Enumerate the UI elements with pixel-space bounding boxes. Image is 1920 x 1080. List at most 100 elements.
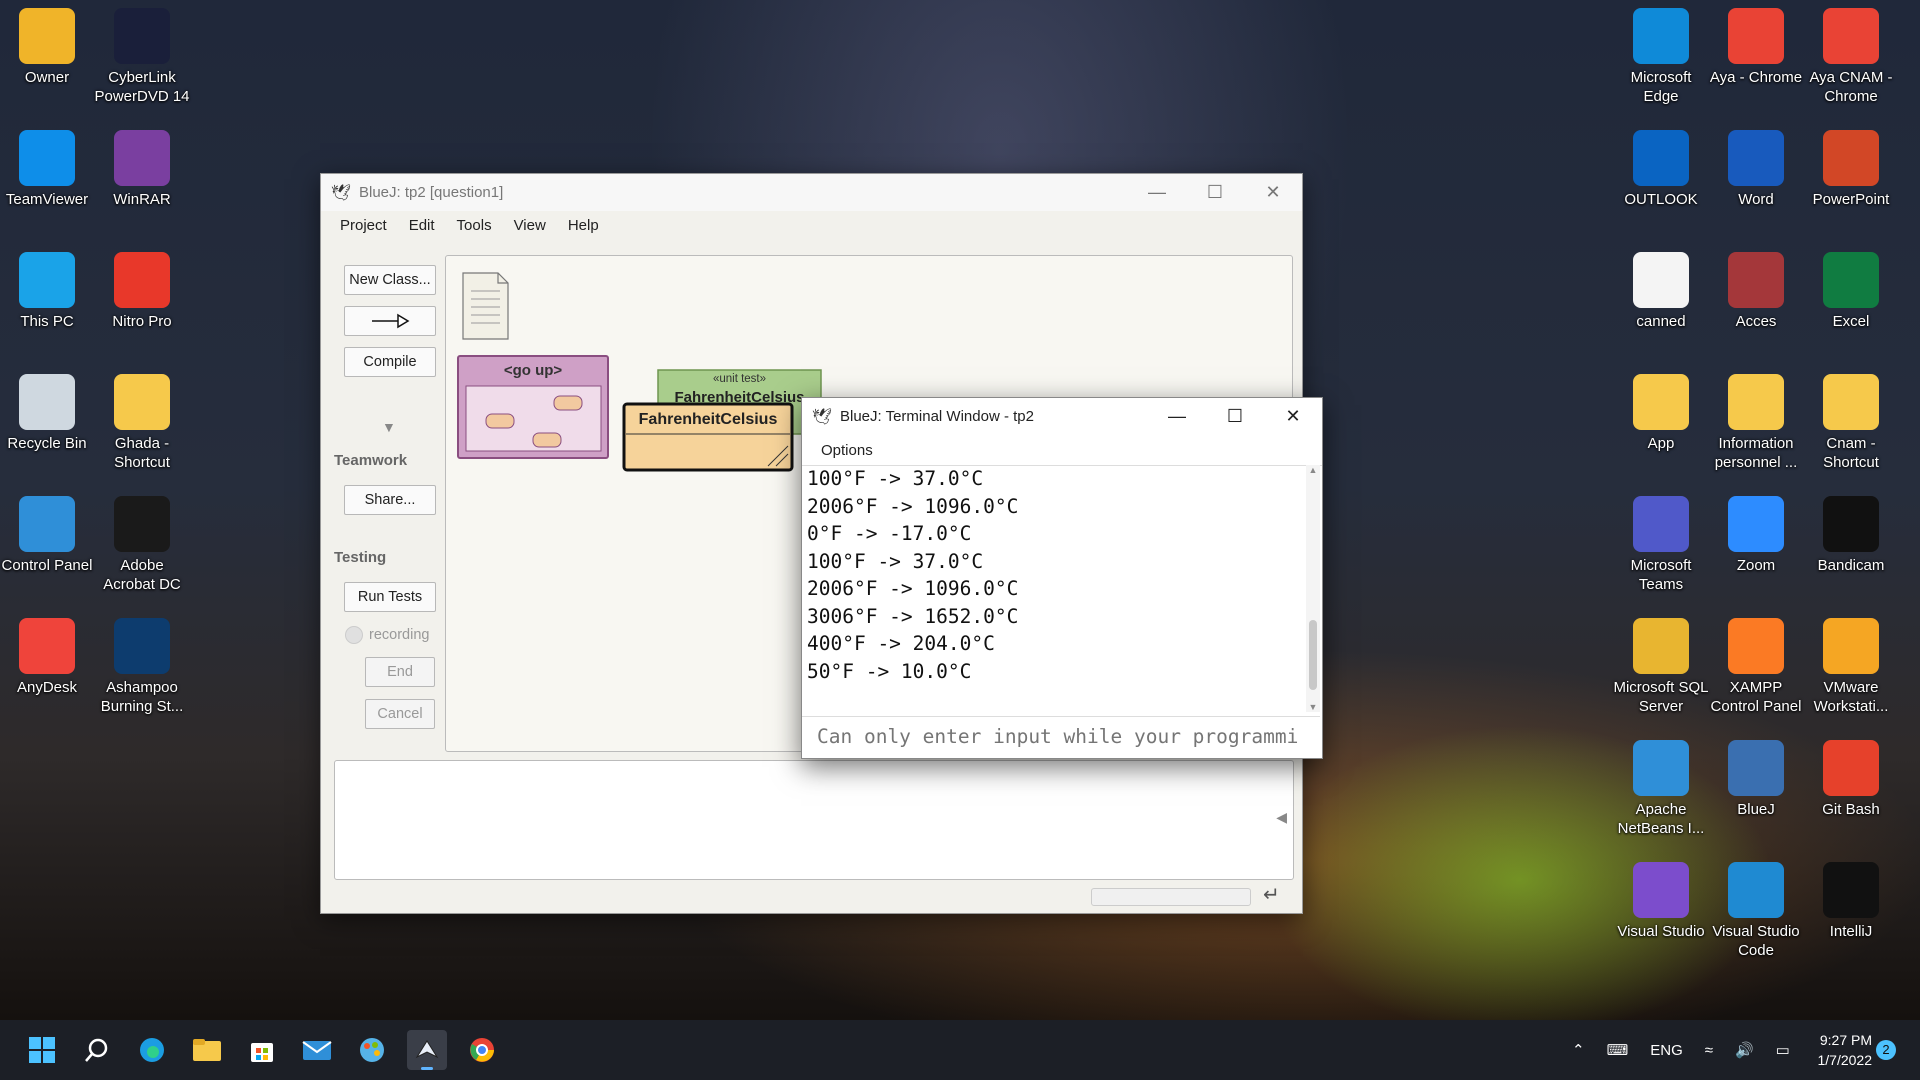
desktop-icon-label: PowerPoint <box>1812 191 1890 208</box>
desktop-icon[interactable]: App <box>1613 366 1709 453</box>
minimize-icon[interactable]: — <box>1128 174 1186 211</box>
scrollbar-thumb[interactable] <box>1309 620 1317 690</box>
bluej-icon <box>1728 740 1784 796</box>
desktop-icon[interactable]: XAMPP Control Panel <box>1708 610 1804 716</box>
desktop-icon[interactable]: OUTLOOK <box>1613 122 1709 209</box>
run-tests-button[interactable]: Run Tests <box>344 582 436 612</box>
chevron-up-icon[interactable]: ⌃ <box>1572 1041 1585 1059</box>
bluej-titlebar[interactable]: 🕊 BlueJ: tp2 [question1] — ☐ ✕ <box>321 174 1302 211</box>
desktop-icon[interactable]: Microsoft Edge <box>1613 0 1709 106</box>
desktop-icon[interactable]: canned <box>1613 244 1709 331</box>
menu-project[interactable]: Project <box>321 217 398 234</box>
desktop-icon[interactable]: Excel <box>1803 244 1899 331</box>
bluej-taskbar-icon[interactable] <box>407 1030 447 1070</box>
recycle-bin-icon <box>19 374 75 430</box>
menu-help[interactable]: Help <box>557 217 610 234</box>
end-button[interactable]: End <box>365 657 435 687</box>
close-icon[interactable]: ✕ <box>1264 398 1322 435</box>
object-bench[interactable]: ◀ <box>334 760 1294 880</box>
desktop-icon[interactable]: AnyDesk <box>0 610 95 697</box>
menu-options[interactable]: Options <box>821 442 873 459</box>
volume-icon[interactable]: 🔊 <box>1735 1041 1754 1059</box>
unit-test-name: FahrenheitCelsius <box>674 389 805 403</box>
desktop-icon[interactable]: Control Panel <box>0 488 95 575</box>
readme-document-icon[interactable] <box>462 272 509 340</box>
minimize-icon[interactable]: — <box>1148 398 1206 435</box>
terminal-titlebar[interactable]: 🕊 BlueJ: Terminal Window - tp2 — ☐ ✕ <box>802 398 1322 435</box>
maximize-icon[interactable]: ☐ <box>1186 174 1244 211</box>
share-button[interactable]: Share... <box>344 485 436 515</box>
desktop-icon[interactable]: Git Bash <box>1803 732 1899 819</box>
powerdvd-icon <box>114 8 170 64</box>
search-icon[interactable] <box>77 1030 117 1070</box>
desktop-icon[interactable]: Information personnel ... <box>1708 366 1804 472</box>
desktop-icon[interactable]: Aya CNAM - Chrome <box>1803 0 1899 106</box>
wifi-icon[interactable]: ≈ <box>1705 1042 1713 1059</box>
edge-icon[interactable] <box>132 1030 172 1070</box>
desktop-icon-label: WinRAR <box>113 191 171 208</box>
desktop-icon[interactable]: BlueJ <box>1708 732 1804 819</box>
excel-icon <box>1823 252 1879 308</box>
desktop-icon[interactable]: Recycle Bin <box>0 366 95 453</box>
start-icon[interactable] <box>22 1030 62 1070</box>
file-explorer-icon[interactable] <box>187 1030 227 1070</box>
desktop-icon-label: Excel <box>1832 313 1870 330</box>
maximize-icon[interactable]: ☐ <box>1206 398 1264 435</box>
menu-view[interactable]: View <box>503 217 557 234</box>
progress-bar <box>1091 888 1251 906</box>
desktop-icon[interactable]: Owner <box>0 0 95 87</box>
keyboard-icon[interactable]: ⌨ <box>1607 1041 1629 1059</box>
terminal-input-field[interactable] <box>802 716 1320 756</box>
desktop-icon[interactable]: Zoom <box>1708 488 1804 575</box>
testing-header: Testing <box>334 549 387 566</box>
reset-machine-icon[interactable]: ↵ <box>1263 882 1280 907</box>
outlook-icon <box>1633 130 1689 186</box>
desktop-icon[interactable]: WinRAR <box>94 122 190 209</box>
store-icon[interactable] <box>242 1030 282 1070</box>
menu-tools[interactable]: Tools <box>446 217 503 234</box>
desktop-icon[interactable]: Visual Studio <box>1613 854 1709 941</box>
desktop-icon-label: CyberLink PowerDVD 14 <box>94 69 190 105</box>
new-inheritance-arrow-button[interactable] <box>344 306 436 336</box>
terminal-scrollbar[interactable]: ▲ ▼ <box>1306 465 1320 712</box>
desktop-icon[interactable]: Bandicam <box>1803 488 1899 575</box>
close-icon[interactable]: ✕ <box>1244 174 1302 211</box>
desktop-icon[interactable]: Aya - Chrome <box>1708 0 1804 87</box>
scroll-up-icon[interactable]: ▲ <box>1306 465 1320 475</box>
battery-icon[interactable]: ▭ <box>1776 1041 1790 1059</box>
notification-badge[interactable]: 2 <box>1876 1040 1896 1060</box>
desktop-icon[interactable]: PowerPoint <box>1803 122 1899 209</box>
desktop-icon[interactable]: Ghada - Shortcut <box>94 366 190 472</box>
menu-edit[interactable]: Edit <box>398 217 446 234</box>
language-indicator[interactable]: ENG <box>1650 1042 1683 1059</box>
desktop-icon[interactable]: IntelliJ <box>1803 854 1899 941</box>
desktop-icon[interactable]: Nitro Pro <box>94 244 190 331</box>
new-class-button[interactable]: New Class... <box>344 265 436 295</box>
desktop-icon[interactable]: Ashampoo Burning St... <box>94 610 190 716</box>
desktop-icon[interactable]: Cnam - Shortcut <box>1803 366 1899 472</box>
compile-button[interactable]: Compile <box>344 347 436 377</box>
desktop-icon[interactable]: VMware Workstati... <box>1803 610 1899 716</box>
paint-icon[interactable] <box>352 1030 392 1070</box>
control-panel-icon <box>19 496 75 552</box>
scroll-down-icon[interactable]: ▼ <box>1306 702 1320 712</box>
chrome-icon[interactable] <box>462 1030 502 1070</box>
desktop-icon[interactable]: TeamViewer <box>0 122 95 209</box>
desktop-icon[interactable]: Apache NetBeans I... <box>1613 732 1709 838</box>
desktop-icon[interactable]: CyberLink PowerDVD 14 <box>94 0 190 106</box>
desktop-icon-label: OUTLOOK <box>1624 191 1698 208</box>
mail-icon[interactable] <box>297 1030 337 1070</box>
desktop-icon[interactable]: Microsoft SQL Server <box>1613 610 1709 716</box>
terminal-output[interactable]: 100°F -> 37.0°C 2006°F -> 1096.0°C 0°F -… <box>802 465 1307 712</box>
clock[interactable]: 9:27 PM 1/7/2022 <box>1800 1030 1873 1070</box>
desktop-icon[interactable]: Word <box>1708 122 1804 209</box>
scroll-left-icon[interactable]: ◀ <box>1276 809 1287 826</box>
desktop-icon[interactable]: This PC <box>0 244 95 331</box>
desktop-icon[interactable]: Microsoft Teams <box>1613 488 1709 594</box>
desktop-icon[interactable]: Visual Studio Code <box>1708 854 1804 960</box>
collapse-chevron-icon[interactable]: ▼ <box>382 419 396 435</box>
desktop-icon[interactable]: Adobe Acrobat DC <box>94 488 190 594</box>
cancel-button[interactable]: Cancel <box>365 699 435 729</box>
desktop-icon-label: IntelliJ <box>1829 923 1873 940</box>
desktop-icon[interactable]: Acces <box>1708 244 1804 331</box>
